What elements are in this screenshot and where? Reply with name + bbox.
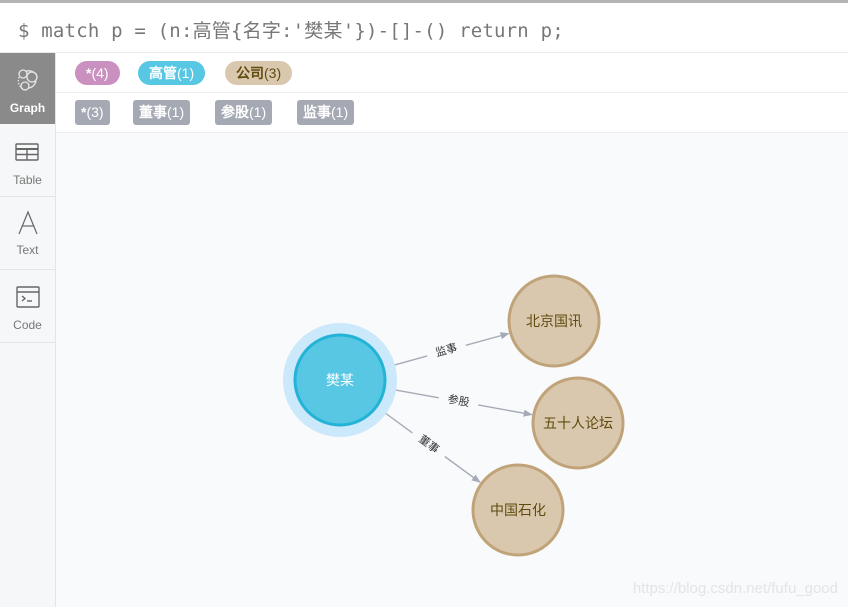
label-count: (1) bbox=[177, 65, 195, 81]
watermark: https://blog.csdn.net/fufu_good bbox=[632, 580, 838, 597]
type-count: (1) bbox=[249, 104, 267, 120]
node-caption: 樊某 bbox=[326, 372, 354, 388]
node-caption: 五十人论坛 bbox=[543, 415, 613, 431]
graph-icon bbox=[17, 69, 38, 91]
view-sidebar: Graph Table Text Code bbox=[0, 53, 56, 607]
sidebar-item-graph[interactable]: Graph bbox=[0, 53, 55, 124]
type-name: 董事 bbox=[139, 104, 167, 120]
sidebar-item-code[interactable]: Code bbox=[0, 270, 55, 343]
table-icon bbox=[15, 143, 39, 161]
query-bar[interactable]: $ match p = (n:高管{名字:'樊某'})-[]-() return… bbox=[0, 3, 848, 53]
sidebar-item-table[interactable]: Table bbox=[0, 124, 55, 197]
rel-type-cangu[interactable]: 参股(1) bbox=[215, 100, 273, 125]
node-n2[interactable]: 五十人论坛 bbox=[531, 376, 625, 470]
type-name: 监事 bbox=[303, 104, 331, 120]
relationship-types-bar: *(3) 董事(1) 参股(1) 监事(1) bbox=[56, 93, 848, 133]
graph-canvas[interactable]: 监事参股董事 樊某 北京国讯五十人论坛中国石化 bbox=[56, 133, 848, 607]
rel-type-all[interactable]: *(3) bbox=[75, 100, 110, 125]
query-text[interactable]: $ match p = (n:高管{名字:'樊某'})-[]-() return… bbox=[18, 16, 564, 43]
graph-panel: *(4) 高管(1) 公司(3) *(3) 董事(1) 参股(1) 监事(1) … bbox=[56, 53, 848, 607]
relationship-arrow[interactable] bbox=[478, 404, 533, 417]
code-icon bbox=[16, 286, 40, 308]
sidebar-item-label: Code bbox=[13, 318, 42, 332]
relationship-caption: 监事 bbox=[434, 341, 459, 359]
type-name: 参股 bbox=[221, 104, 249, 120]
node-label-all[interactable]: *(4) bbox=[75, 61, 120, 85]
node-n3[interactable]: 中国石化 bbox=[471, 463, 565, 557]
label-count: (3) bbox=[264, 65, 282, 81]
label-count: (4) bbox=[91, 65, 109, 81]
relationship-监事[interactable]: 监事 bbox=[384, 332, 510, 369]
relationship-caption: 董事 bbox=[416, 433, 441, 456]
relationship-arrow[interactable] bbox=[444, 455, 481, 483]
node-labels-bar: *(4) 高管(1) 公司(3) bbox=[56, 53, 848, 93]
type-count: (1) bbox=[167, 104, 185, 120]
relationship-参股[interactable]: 参股 bbox=[385, 387, 533, 417]
relationship-caption: 参股 bbox=[447, 392, 471, 410]
relationship-arrow[interactable] bbox=[465, 332, 510, 346]
node-n1[interactable]: 北京国讯 bbox=[507, 274, 601, 368]
type-count: (3) bbox=[86, 104, 104, 120]
prompt-symbol: $ bbox=[18, 20, 30, 42]
label-name: 公司 bbox=[236, 65, 264, 81]
sidebar-item-label: Graph bbox=[9, 101, 46, 115]
sidebar-item-label: Table bbox=[13, 173, 42, 187]
query-string: match p = (n:高管{名字:'樊某'})-[]-() return p… bbox=[41, 20, 564, 42]
node-n0[interactable]: 樊某 bbox=[283, 323, 397, 437]
node-label-gaoguan[interactable]: 高管(1) bbox=[138, 61, 206, 85]
type-count: (1) bbox=[331, 104, 349, 120]
relationship-董事[interactable]: 董事 bbox=[376, 406, 481, 483]
node-caption: 北京国讯 bbox=[526, 313, 582, 329]
node-label-gongsi[interactable]: 公司(3) bbox=[225, 61, 293, 85]
rel-type-jianshi[interactable]: 监事(1) bbox=[297, 100, 355, 125]
sidebar-item-text[interactable]: Text bbox=[0, 197, 55, 270]
rel-type-dongshi[interactable]: 董事(1) bbox=[133, 100, 191, 125]
label-name: 高管 bbox=[149, 65, 177, 81]
node-caption: 中国石化 bbox=[490, 502, 546, 518]
sidebar-item-label: Text bbox=[16, 243, 39, 257]
text-icon bbox=[18, 210, 38, 235]
